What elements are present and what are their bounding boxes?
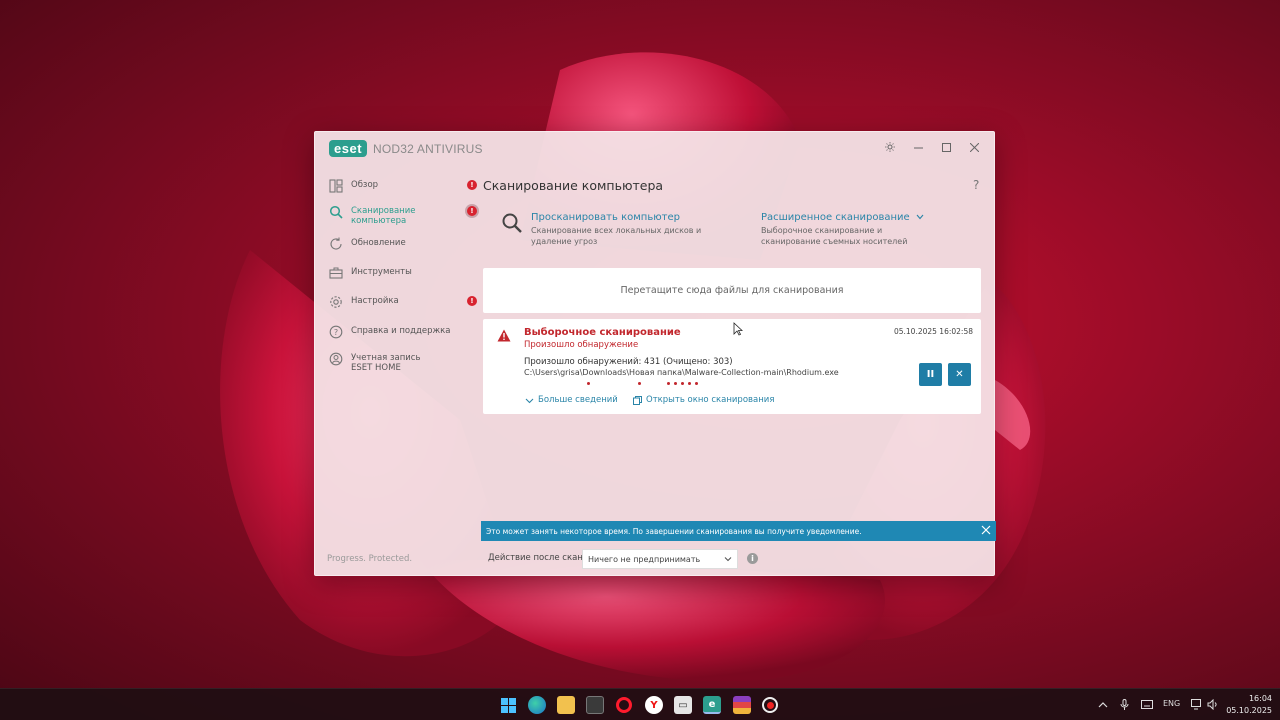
- sidebar-item-update[interactable]: Обновление: [329, 237, 469, 251]
- file-explorer-icon[interactable]: [557, 696, 575, 714]
- toolbox-icon: [329, 267, 343, 279]
- svg-text:?: ?: [334, 328, 338, 337]
- app-window-icon[interactable]: ▭: [674, 696, 692, 714]
- sidebar-item-help[interactable]: ? Справка и поддержка: [329, 325, 469, 339]
- more-details-label: Больше сведений: [538, 395, 618, 405]
- gear-icon: [330, 296, 342, 308]
- logo-badge: eset: [329, 140, 368, 157]
- logo-product: NOD32 ANTIVIRUS: [373, 141, 483, 156]
- minimize-button[interactable]: [904, 136, 932, 158]
- eset-logo: eset NOD32 ANTIVIRUS: [329, 140, 483, 157]
- chevron-down-icon: [916, 214, 924, 220]
- alert-badge: !: [467, 180, 477, 190]
- sidebar-item-label: Сканирование компьютера: [351, 206, 416, 226]
- open-scan-window-label: Открыть окно сканирования: [646, 395, 775, 405]
- close-icon[interactable]: [980, 524, 992, 536]
- more-details-link[interactable]: Больше сведений: [525, 395, 618, 405]
- sidebar-item-tools[interactable]: Инструменты: [329, 267, 469, 280]
- chevron-down-icon: [724, 557, 732, 562]
- help-icon: ?: [329, 325, 343, 339]
- scan-result-card: Выборочное сканирование Произошло обнару…: [483, 319, 981, 414]
- edge-browser-icon[interactable]: [528, 696, 546, 714]
- sidebar-item-label: Справка и поддержка: [351, 326, 451, 336]
- clock-date: 05.10.2025: [1226, 706, 1272, 715]
- detections-count: Произошло обнаружений: 431 (Очищено: 303…: [524, 357, 733, 367]
- language-indicator[interactable]: ENG: [1163, 699, 1180, 708]
- scan-computer-title[interactable]: Просканировать компьютер: [531, 212, 711, 223]
- sidebar-item-settings[interactable]: Настройка !: [329, 296, 477, 309]
- after-scan-label: Действие после скан.: [488, 553, 586, 563]
- maximize-icon: [941, 142, 951, 152]
- alert-badge: !: [467, 206, 477, 216]
- advanced-scan-desc: Выборочное сканирование и сканирование с…: [761, 226, 908, 246]
- page-title: Сканирование компьютера: [483, 178, 664, 193]
- mouse-cursor: [733, 322, 743, 336]
- sidebar-item-label: Инструменты: [351, 267, 412, 277]
- advanced-scan-label: Расширенное сканирование: [761, 212, 910, 223]
- sun-icon: [885, 142, 895, 152]
- system-clock[interactable]: 16:04 05.10.2025: [1226, 693, 1272, 717]
- file-drop-zone[interactable]: Перетащите сюда файлы для сканирования: [483, 268, 981, 313]
- notification-text: Это может занять некоторое время. По зав…: [486, 526, 862, 536]
- sidebar-item-label: Учетная запись ESET HOME: [351, 353, 421, 373]
- after-scan-select[interactable]: Ничего не предпринимать: [582, 549, 738, 569]
- alert-badge: !: [467, 296, 477, 306]
- magnifier-icon: [502, 213, 522, 233]
- eset-taskbar-icon[interactable]: e: [703, 696, 721, 714]
- microphone-icon[interactable]: [1120, 699, 1129, 711]
- close-button[interactable]: [960, 136, 988, 158]
- search-icon: [329, 205, 343, 219]
- store-icon[interactable]: [586, 696, 604, 714]
- volume-icon[interactable]: [1207, 699, 1219, 710]
- maximize-button[interactable]: [932, 136, 960, 158]
- refresh-icon: [330, 237, 342, 250]
- theme-toggle-button[interactable]: [876, 136, 904, 158]
- sidebar-item-account[interactable]: Учетная запись ESET HOME: [329, 352, 469, 373]
- scan-computer-desc: Сканирование всех локальных дисков и уда…: [531, 226, 702, 246]
- taskbar: Y ▭ e ENG 16:04 05.10.2025: [0, 688, 1280, 720]
- sidebar: Обзор ! Сканирование компьютера ! Обновл…: [315, 172, 477, 572]
- advanced-scan-option[interactable]: Расширенное сканирование Выборочное скан…: [761, 212, 941, 247]
- stop-button[interactable]: ✕: [948, 363, 971, 386]
- opera-icon[interactable]: [616, 697, 632, 713]
- user-icon: [329, 352, 343, 366]
- sidebar-item-label: Настройка: [351, 296, 399, 306]
- notification-bar: Это может занять некоторое время. По зав…: [481, 521, 996, 541]
- help-button[interactable]: ?: [973, 178, 979, 192]
- keyboard-icon[interactable]: [1141, 700, 1153, 709]
- overview-icon: [329, 179, 343, 193]
- tagline: Progress. Protected.: [327, 554, 413, 564]
- warning-icon: [497, 329, 511, 342]
- current-file-path: C:\Users\grisa\Downloads\Новая папка\Mal…: [524, 368, 839, 377]
- network-icon[interactable]: [1191, 699, 1203, 710]
- window-controls: [876, 136, 988, 158]
- pause-button[interactable]: II: [919, 363, 942, 386]
- chevron-down-icon: [525, 398, 534, 403]
- scan-computer-option[interactable]: Просканировать компьютер Сканирование вс…: [501, 212, 711, 247]
- record-icon[interactable]: [762, 697, 778, 713]
- title-bar[interactable]: eset NOD32 ANTIVIRUS: [315, 132, 994, 166]
- yandex-browser-icon[interactable]: Y: [645, 696, 663, 714]
- scan-card-title: Выборочное сканирование: [524, 327, 681, 338]
- info-icon[interactable]: i: [747, 553, 758, 564]
- sidebar-item-label: Обновление: [351, 238, 406, 248]
- advanced-scan-title[interactable]: Расширенное сканирование: [761, 212, 941, 223]
- open-scan-window-link[interactable]: Открыть окно сканирования: [633, 395, 774, 405]
- eset-window: eset NOD32 ANTIVIRUS Обзор ! Сканировани…: [314, 131, 996, 576]
- chevron-up-icon[interactable]: [1098, 701, 1108, 709]
- minimize-icon: [913, 147, 923, 148]
- sidebar-item-overview[interactable]: Обзор !: [329, 179, 477, 193]
- progress-dots: [587, 382, 727, 388]
- winrar-icon[interactable]: [733, 696, 751, 714]
- after-scan-value: Ничего не предпринимать: [588, 554, 701, 564]
- clock-time: 16:04: [1248, 694, 1272, 703]
- sidebar-item-computer-scan[interactable]: Сканирование компьютера !: [329, 205, 477, 226]
- windows-icon: [500, 697, 516, 713]
- sidebar-item-label: Обзор: [351, 180, 379, 190]
- window-icon: [633, 395, 642, 405]
- scan-card-subtitle: Произошло обнаружение: [524, 340, 639, 350]
- scan-card-date: 05.10.2025 16:02:58: [893, 327, 973, 336]
- start-button[interactable]: [499, 696, 517, 714]
- close-icon: [969, 142, 979, 152]
